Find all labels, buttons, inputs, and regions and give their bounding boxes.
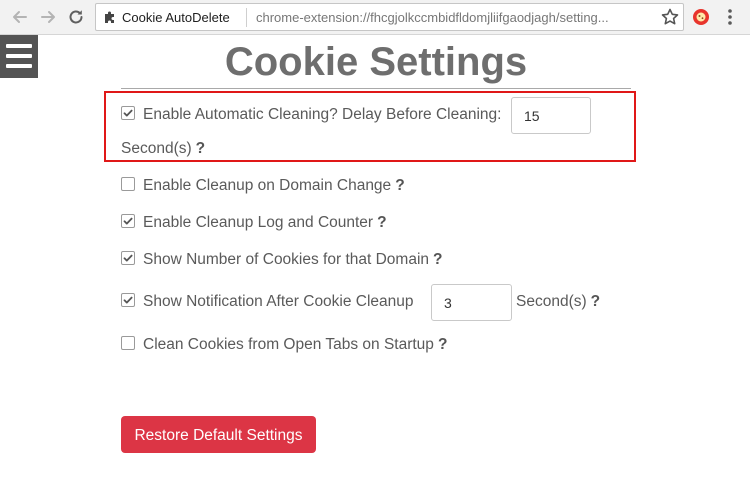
setting-delay-unit: Second(s)? [121, 140, 205, 158]
setting-cookie-count: Show Number of Cookies for that Domain? [121, 250, 443, 269]
checkmark-icon [123, 254, 133, 262]
help-icon[interactable]: ? [438, 336, 447, 353]
title-divider [121, 88, 631, 89]
menu-bar [6, 54, 32, 58]
setting-label: Enable Cleanup Log and Counter [143, 214, 374, 231]
setting-label: Clean Cookies from Open Tabs on Startup [143, 336, 434, 353]
cleanup-log-checkbox[interactable] [121, 213, 135, 228]
menu-bar [6, 64, 32, 68]
help-icon[interactable]: ? [433, 251, 442, 268]
hamburger-menu-button[interactable] [0, 35, 38, 78]
setting-startup-cleanup: Clean Cookies from Open Tabs on Startup? [121, 335, 447, 354]
url-text[interactable]: chrome-extension://fhcgjolkccmbidfldomjl… [256, 10, 646, 25]
seconds-label: Second(s) [121, 140, 192, 157]
extension-name: Cookie AutoDelete [122, 10, 230, 25]
notification-checkbox[interactable] [121, 292, 135, 307]
checkmark-icon [123, 109, 133, 117]
setting-label: Enable Automatic Cleaning? Delay Before … [143, 106, 502, 123]
automatic-cleaning-checkbox[interactable] [121, 105, 135, 120]
extension-icon[interactable] [692, 8, 710, 26]
domain-change-cleanup-checkbox[interactable] [121, 176, 135, 191]
setting-notification: Show Notification After Cookie Cleanup [121, 292, 414, 311]
back-arrow-icon[interactable] [9, 6, 31, 28]
setting-label: Show Number of Cookies for that Domain [143, 251, 430, 268]
browser-toolbar: Cookie AutoDelete chrome-extension://fhc… [0, 0, 750, 35]
omnibox-divider [246, 8, 247, 27]
cookie-count-checkbox[interactable] [121, 250, 135, 265]
setting-label: Enable Cleanup on Domain Change [143, 177, 392, 194]
menu-dots-icon[interactable] [723, 7, 737, 27]
star-icon[interactable] [660, 7, 680, 27]
notification-duration-input[interactable] [431, 284, 512, 321]
help-icon[interactable]: ? [591, 293, 600, 310]
help-icon[interactable]: ? [395, 177, 404, 194]
setting-domain-change-cleanup: Enable Cleanup on Domain Change? [121, 176, 405, 195]
help-icon[interactable]: ? [377, 214, 386, 231]
menu-bar [6, 44, 32, 48]
checkmark-icon [123, 217, 133, 225]
checkmark-icon [123, 296, 133, 304]
forward-arrow-icon[interactable] [37, 6, 59, 28]
setting-label: Show Notification After Cookie Cleanup [143, 293, 414, 310]
page-title: Cookie Settings [224, 40, 528, 84]
address-bar[interactable]: Cookie AutoDelete chrome-extension://fhc… [95, 3, 684, 31]
startup-cleanup-checkbox[interactable] [121, 335, 135, 350]
puzzle-icon [105, 11, 114, 23]
notification-unit: Second(s)? [516, 293, 600, 311]
cleaning-delay-input[interactable] [511, 97, 591, 134]
setting-cleanup-log: Enable Cleanup Log and Counter? [121, 213, 387, 232]
reload-icon[interactable] [65, 6, 87, 28]
seconds-label: Second(s) [516, 293, 587, 310]
help-icon[interactable]: ? [196, 140, 205, 157]
setting-automatic-cleaning: Enable Automatic Cleaning? Delay Before … [121, 105, 502, 124]
restore-defaults-button[interactable]: Restore Default Settings [121, 416, 316, 453]
